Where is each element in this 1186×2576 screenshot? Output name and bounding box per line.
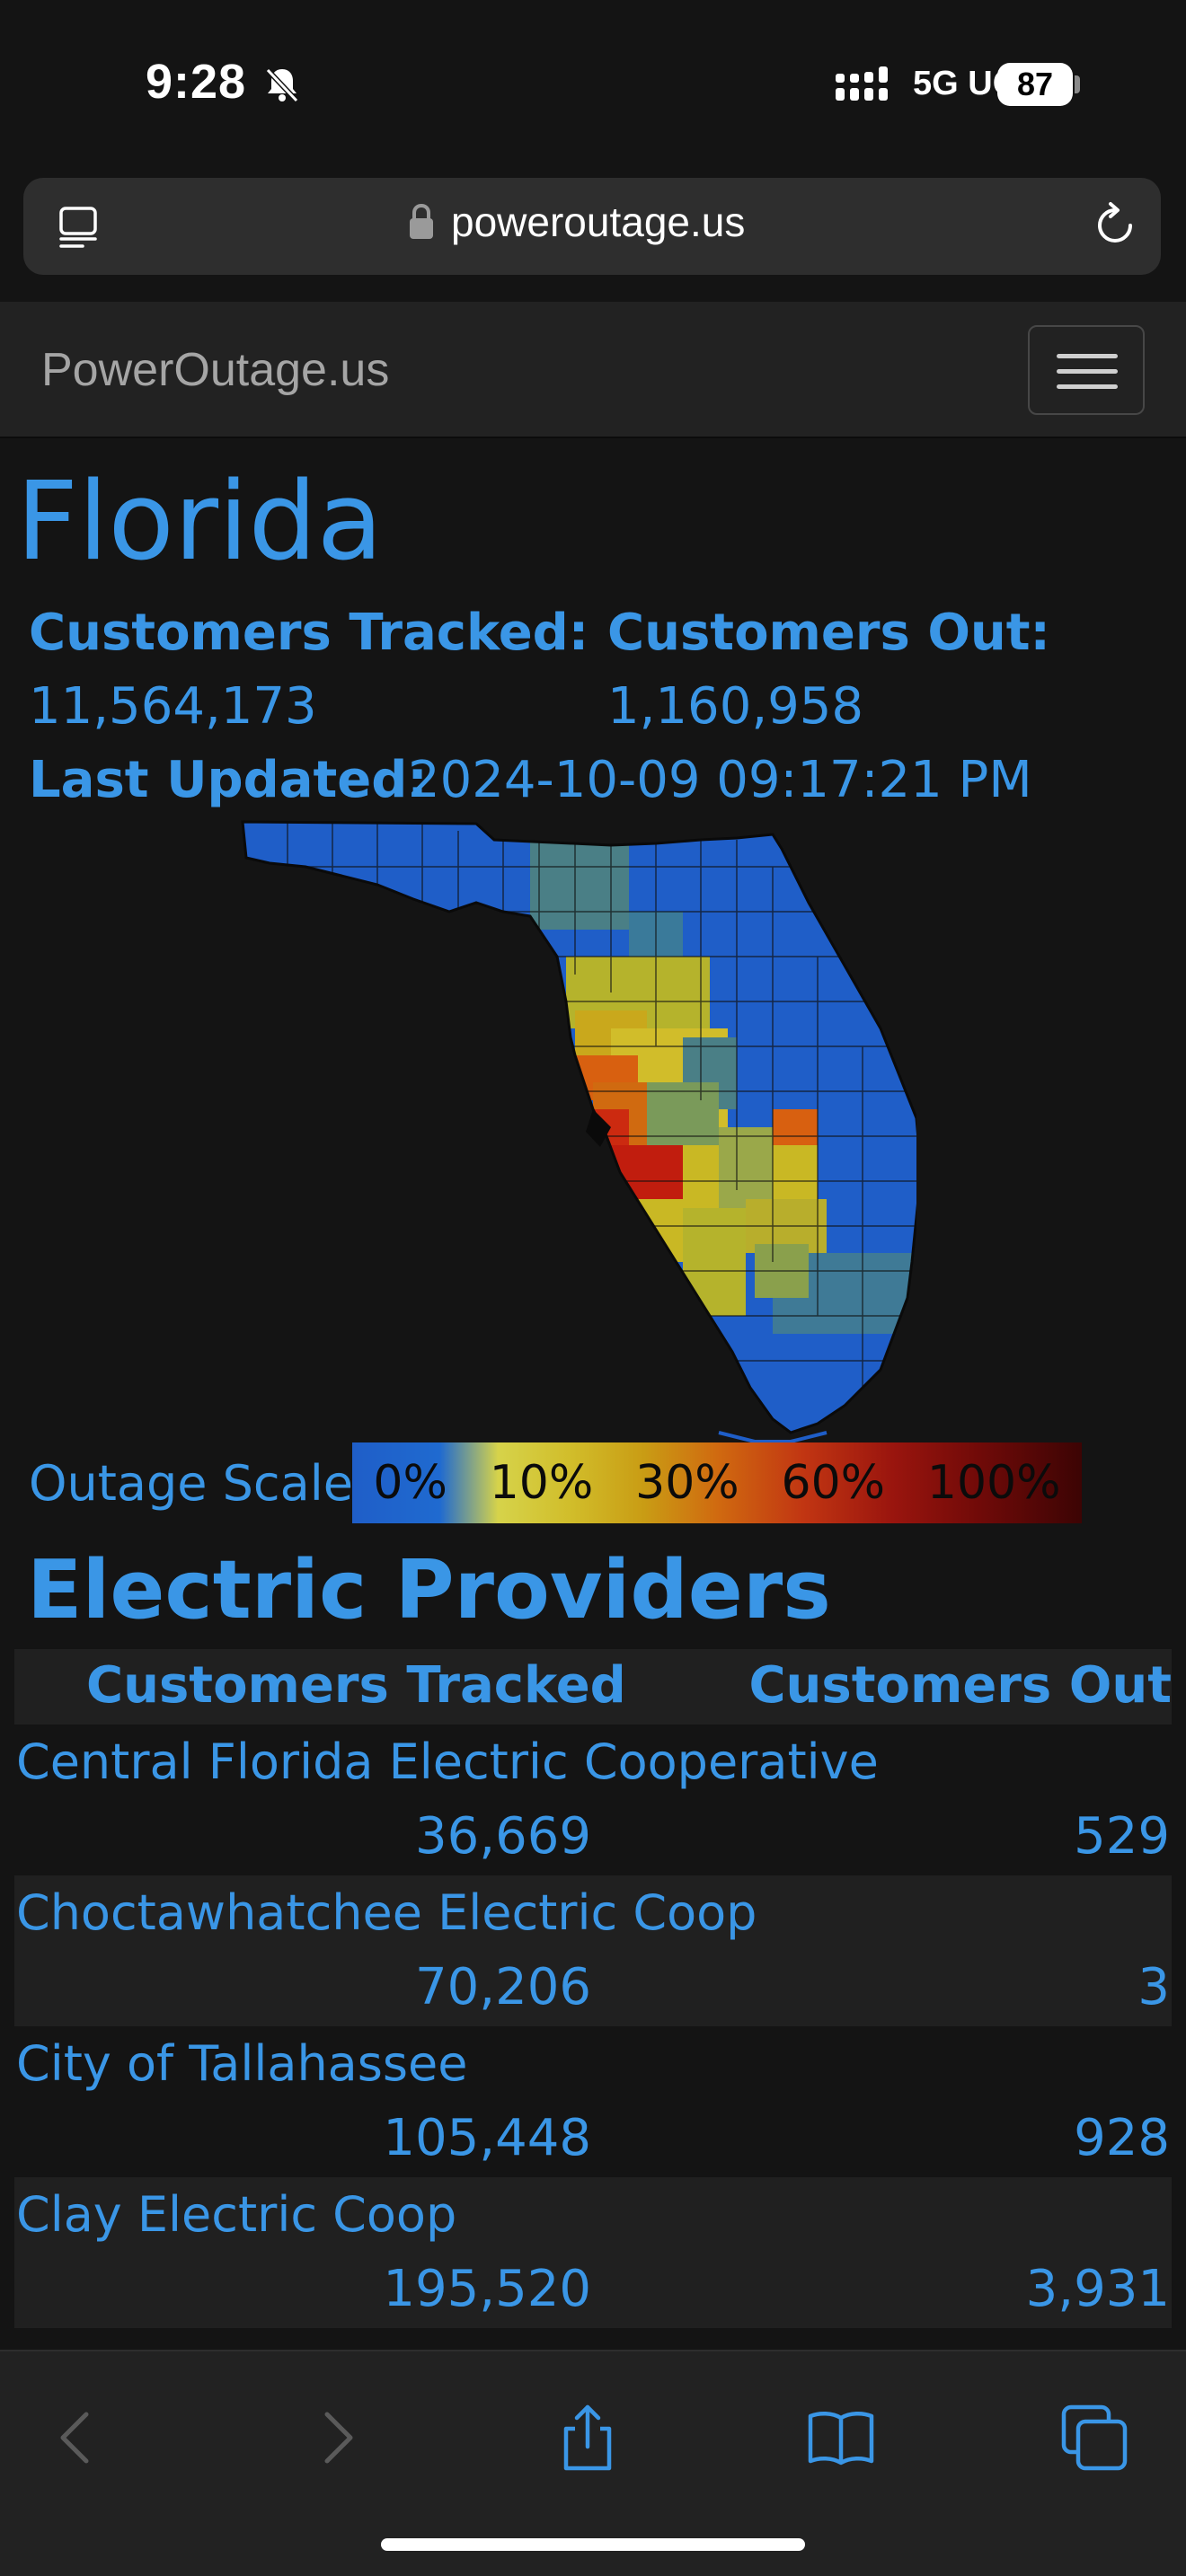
share-icon[interactable]	[552, 2402, 624, 2474]
outage-scale-bar: 0% 10% 30% 60% 100%	[352, 1442, 1082, 1523]
forward-icon[interactable]	[300, 2402, 372, 2474]
provider-name-link[interactable]: City of Tallahassee	[16, 2035, 467, 2092]
customers-out-value: 1,160,958	[607, 677, 864, 736]
last-updated-label: Last Updated:	[29, 751, 428, 809]
florida-outage-map[interactable]	[234, 813, 916, 1460]
hamburger-icon	[1057, 354, 1118, 358]
bookmarks-icon[interactable]	[805, 2402, 877, 2474]
provider-tracked: 105,448	[383, 2109, 591, 2167]
bell-slash-icon	[265, 67, 299, 103]
provider-tracked: 195,520	[383, 2260, 591, 2318]
status-time: 9:28	[146, 55, 247, 109]
provider-out: 529	[1074, 1807, 1170, 1866]
table-row[interactable]: Central Florida Electric Cooperative 36,…	[14, 1725, 1172, 1875]
status-bar: 9:28 5G UC 87	[0, 0, 1186, 171]
provider-name-link[interactable]: Central Florida Electric Cooperative	[16, 1734, 879, 1790]
scale-stop: 60%	[781, 1456, 886, 1510]
provider-name-link[interactable]: Clay Electric Coop	[16, 2186, 456, 2243]
provider-name-link[interactable]: Choctawhatchee Electric Coop	[16, 1884, 757, 1941]
scale-stop: 0%	[373, 1456, 447, 1510]
provider-out: 928	[1074, 2109, 1170, 2167]
table-header: Customers Tracked Customers Out	[14, 1649, 1172, 1725]
address-bar[interactable]: poweroutage.us	[23, 178, 1161, 275]
page-title: Florida	[16, 460, 384, 585]
customers-tracked-label: Customers Tracked:	[29, 604, 589, 662]
battery-indicator: 87	[997, 63, 1073, 106]
scale-stop: 100%	[926, 1456, 1061, 1510]
section-title: Electric Providers	[27, 1543, 831, 1637]
outage-scale-label: Outage Scale:	[29, 1455, 370, 1512]
battery-cap	[1075, 75, 1080, 93]
provider-out: 3	[1137, 1958, 1170, 2016]
scale-stop: 10%	[489, 1456, 594, 1510]
site-brand-link[interactable]: PowerOutage.us	[41, 343, 389, 397]
reload-icon[interactable]	[1091, 201, 1139, 250]
provider-out: 3,931	[1025, 2260, 1170, 2318]
hamburger-icon-line	[1057, 369, 1118, 374]
column-header-tracked[interactable]: Customers Tracked	[86, 1656, 626, 1715]
site-navbar: PowerOutage.us	[0, 302, 1186, 438]
provider-tracked: 36,669	[415, 1807, 591, 1866]
lock-icon	[410, 203, 433, 239]
hamburger-icon-line	[1057, 384, 1118, 389]
back-icon[interactable]	[41, 2402, 113, 2474]
column-header-out[interactable]: Customers Out	[748, 1656, 1172, 1715]
customers-out-label: Customers Out:	[607, 604, 1050, 662]
customers-tracked-value: 11,564,173	[29, 677, 317, 736]
tabs-overview-icon[interactable]	[1058, 2402, 1130, 2474]
provider-tracked: 70,206	[415, 1958, 591, 2016]
scale-stop: 30%	[635, 1456, 739, 1510]
table-row[interactable]: Choctawhatchee Electric Coop 70,206 3	[14, 1875, 1172, 2026]
menu-toggle-button[interactable]	[1028, 325, 1145, 415]
url-text[interactable]: poweroutage.us	[451, 198, 745, 246]
cellular-signal-icon	[836, 66, 888, 101]
providers-table: Customers Tracked Customers Out Central …	[14, 1649, 1172, 2328]
keys-outline	[718, 1431, 828, 1443]
home-indicator[interactable]	[381, 2538, 805, 2551]
table-row[interactable]: Clay Electric Coop 195,520 3,931	[14, 2177, 1172, 2328]
last-updated-value: 2024-10-09 09:17:21 PM	[408, 751, 1032, 809]
page-menu-icon[interactable]	[56, 205, 101, 250]
table-row[interactable]: City of Tallahassee 105,448 928	[14, 2026, 1172, 2177]
